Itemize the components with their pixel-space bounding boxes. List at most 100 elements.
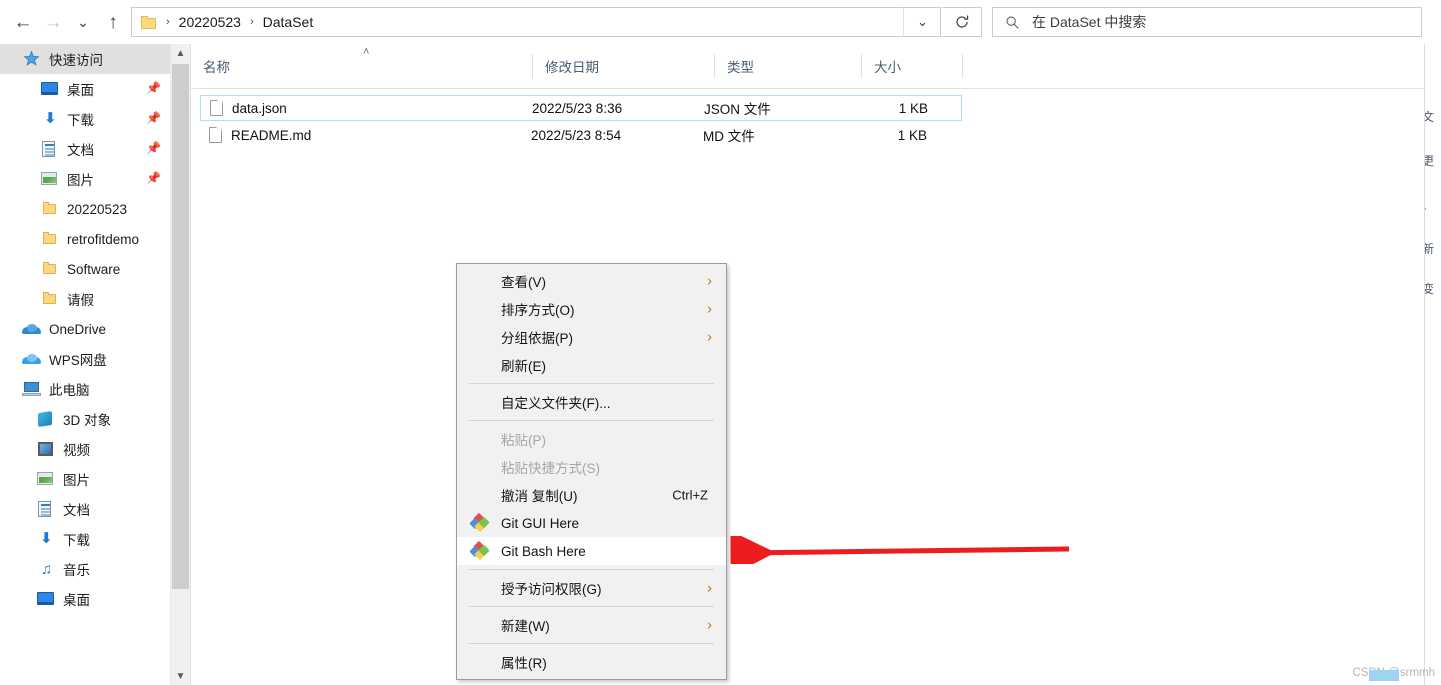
- context-menu: 查看(V) › 排序方式(O) › 分组依据(P) › 刷新(E) 自定义文件夹(F)... 粘…: [456, 263, 727, 680]
- menu-separator: [469, 383, 714, 384]
- menu-item-shortcut: Ctrl+Z: [672, 487, 708, 503]
- sliver-glyph-5: 变: [1425, 280, 1434, 297]
- sidebar-item-5[interactable]: 20220523: [0, 194, 170, 224]
- sidebar-item-13[interactable]: 视频: [0, 434, 170, 464]
- pin-icon[interactable]: 📌: [146, 82, 161, 95]
- menu-item-1[interactable]: 排序方式(O) ›: [457, 295, 726, 323]
- sidebar-item-9[interactable]: OneDrive: [0, 314, 170, 344]
- sidebar-item-3[interactable]: 文档 📌: [0, 134, 170, 164]
- pin-icon[interactable]: 📌: [146, 142, 161, 155]
- sidebar-item-10[interactable]: WPS网盘: [0, 344, 170, 374]
- sliver-glyph-4: 新: [1425, 240, 1434, 257]
- sidebar-item-14[interactable]: 图片: [0, 464, 170, 494]
- pin-icon[interactable]: 📌: [146, 112, 161, 125]
- pictures-icon: [40, 170, 60, 188]
- pin-icon[interactable]: 📌: [146, 172, 161, 185]
- sliver-glyph-3: 、: [1425, 196, 1434, 213]
- menu-item-5[interactable]: 自定义文件夹(F)...: [457, 388, 726, 416]
- breadcrumb[interactable]: › 20220523 › DataSet: [131, 7, 941, 37]
- sidebar-item-1[interactable]: 桌面 📌: [0, 74, 170, 104]
- refresh-icon: [955, 15, 968, 28]
- wps-cloud-icon: [22, 350, 42, 368]
- folder-icon: [141, 15, 157, 29]
- menu-item-7: 粘贴(P): [457, 425, 726, 453]
- refresh-button[interactable]: [942, 7, 982, 37]
- menu-item-label: 撤消 复制(U): [501, 489, 578, 504]
- chevron-right-icon: ›: [707, 616, 712, 634]
- sidebar-item-0[interactable]: 快速访问: [0, 44, 170, 74]
- sidebar-item-11[interactable]: 此电脑: [0, 374, 170, 404]
- column-divider-size[interactable]: [962, 54, 963, 78]
- search-input[interactable]: [1030, 13, 1404, 31]
- table-row[interactable]: data.json 2022/5/23 8:36 JSON 文件 1 KB: [200, 95, 962, 121]
- breadcrumb-dropdown-button[interactable]: ⌄: [903, 7, 941, 37]
- back-button[interactable]: ←: [8, 7, 38, 37]
- menu-item-label: 属性(R): [501, 656, 547, 671]
- menu-item-9[interactable]: 撤消 复制(U) Ctrl+Z: [457, 481, 726, 509]
- table-row[interactable]: README.md 2022/5/23 8:54 MD 文件 1 KB: [200, 122, 962, 148]
- background-window-sliver[interactable]: 文 更 、 新 变: [1424, 44, 1441, 685]
- file-date: 2022/5/23 8:36: [532, 100, 623, 116]
- recent-locations-button[interactable]: ⌄: [68, 7, 98, 37]
- 3d-objects-icon: [36, 410, 56, 428]
- breadcrumb-item-0[interactable]: 20220523: [179, 14, 241, 30]
- sidebar-item-17[interactable]: ♫ 音乐: [0, 554, 170, 584]
- column-header-type[interactable]: 类型: [715, 44, 862, 87]
- navigation-scrollbar[interactable]: ▲ ▼: [170, 44, 190, 685]
- menu-item-13[interactable]: 授予访问权限(G) ›: [457, 574, 726, 602]
- chevron-right-icon: ›: [707, 300, 712, 318]
- sidebar-item-label: 此电脑: [49, 383, 90, 398]
- sidebar-item-6[interactable]: retrofitdemo: [0, 224, 170, 254]
- breadcrumb-item-1[interactable]: DataSet: [263, 14, 314, 30]
- menu-item-17[interactable]: 属性(R): [457, 648, 726, 676]
- file-name: data.json: [232, 100, 287, 116]
- menu-separator: [469, 643, 714, 644]
- menu-item-label: 刷新(E): [501, 359, 546, 374]
- scroll-up-button[interactable]: ▲: [171, 44, 190, 62]
- menu-item-2[interactable]: 分组依据(P) ›: [457, 323, 726, 351]
- column-header-name[interactable]: 名称 ˄: [191, 44, 533, 87]
- menu-item-0[interactable]: 查看(V) ›: [457, 267, 726, 295]
- menu-item-10[interactable]: Git GUI Here: [457, 509, 726, 537]
- sidebar-item-7[interactable]: Software: [0, 254, 170, 284]
- forward-button[interactable]: →: [38, 7, 68, 37]
- menu-item-label: 分组依据(P): [501, 331, 573, 346]
- sidebar-item-label: 下载: [67, 113, 94, 128]
- column-header-date[interactable]: 修改日期: [533, 44, 715, 87]
- menu-item-11[interactable]: Git Bash Here: [457, 537, 726, 565]
- menu-item-label: 粘贴快捷方式(S): [501, 461, 600, 476]
- sidebar-item-label: 快速访问: [49, 53, 103, 68]
- sidebar-item-label: Software: [67, 261, 121, 277]
- menu-item-label: 授予访问权限(G): [501, 582, 602, 597]
- folder-icon: [40, 230, 60, 248]
- file-list-pane: 名称 ˄ 修改日期 类型 大小 data.json 2022/5/23 8:36 J…: [191, 44, 1441, 685]
- folder-icon: [40, 290, 60, 308]
- file-icon: [209, 127, 222, 143]
- file-type: JSON 文件: [704, 102, 771, 117]
- sidebar-item-label: 音乐: [63, 563, 90, 578]
- sidebar-item-label: 图片: [63, 473, 90, 488]
- folder-icon: [40, 260, 60, 278]
- up-button[interactable]: ↑: [98, 7, 128, 37]
- sidebar-item-2[interactable]: ⬇ 下载 📌: [0, 104, 170, 134]
- breadcrumb-separator-1: ›: [249, 16, 254, 28]
- videos-icon: [36, 440, 56, 458]
- column-header-size[interactable]: 大小: [862, 44, 963, 87]
- sidebar-item-18[interactable]: 桌面: [0, 584, 170, 614]
- file-size: 1 KB: [898, 100, 928, 116]
- sidebar-item-label: 视频: [63, 443, 90, 458]
- file-date: 2022/5/23 8:54: [531, 127, 622, 143]
- menu-item-3[interactable]: 刷新(E): [457, 351, 726, 379]
- sidebar-item-12[interactable]: 3D 对象: [0, 404, 170, 434]
- scrollbar-thumb[interactable]: [172, 64, 189, 589]
- sidebar-item-15[interactable]: 文档: [0, 494, 170, 524]
- scroll-down-button[interactable]: ▼: [171, 667, 190, 685]
- sidebar-item-4[interactable]: 图片 📌: [0, 164, 170, 194]
- quick-access-icon: [22, 50, 42, 68]
- sidebar-item-16[interactable]: ⬇ 下载: [0, 524, 170, 554]
- sidebar-item-8[interactable]: 请假: [0, 284, 170, 314]
- column-header-name-label: 名称: [203, 59, 230, 75]
- sidebar-item-label: OneDrive: [49, 321, 107, 337]
- search-box[interactable]: [992, 7, 1422, 37]
- menu-item-15[interactable]: 新建(W) ›: [457, 611, 726, 639]
